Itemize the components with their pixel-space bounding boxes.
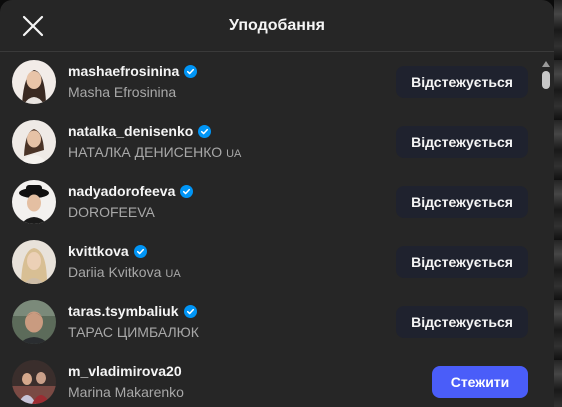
list-item: mashaefrosinina Masha Efrosinina Відстеж… bbox=[0, 52, 540, 112]
list-item: nadyadorofeeva DOROFEEVA Відстежується bbox=[0, 172, 540, 232]
dialog-header: Уподобання bbox=[0, 0, 554, 52]
verified-badge-icon bbox=[180, 184, 194, 198]
avatar[interactable] bbox=[12, 240, 56, 284]
full-name: НАТАЛКА ДЕНИСЕНКО bbox=[68, 144, 223, 160]
username[interactable]: taras.tsymbaliuk bbox=[68, 302, 179, 320]
name-tag: UA bbox=[165, 268, 181, 280]
name-tag: UA bbox=[226, 148, 242, 160]
verified-badge-icon bbox=[133, 244, 147, 258]
avatar[interactable] bbox=[12, 360, 56, 404]
following-button[interactable]: Відстежується bbox=[396, 66, 528, 98]
username[interactable]: kvittkova bbox=[68, 242, 129, 260]
full-name: Marina Makarenko bbox=[68, 384, 184, 400]
follow-button[interactable]: Стежити bbox=[432, 366, 528, 398]
full-name: Dariia Kvitkova bbox=[68, 264, 162, 280]
avatar[interactable] bbox=[12, 300, 56, 344]
username[interactable]: natalka_denisenko bbox=[68, 122, 193, 140]
full-name: ТАРАС ЦИМБАЛЮК bbox=[68, 324, 199, 340]
full-name: DOROFEEVA bbox=[68, 204, 155, 220]
avatar[interactable] bbox=[12, 180, 56, 224]
list-item: natalka_denisenko НАТАЛКА ДЕНИСЕНКО UA Ві… bbox=[0, 112, 540, 172]
list-item: kvittkova Dariia Kvitkova UA Відстежуєтьс… bbox=[0, 232, 540, 292]
avatar[interactable] bbox=[12, 120, 56, 164]
username[interactable]: mashaefrosinina bbox=[68, 62, 179, 80]
verified-badge-icon bbox=[184, 64, 198, 78]
following-button[interactable]: Відстежується bbox=[396, 186, 528, 218]
following-button[interactable]: Відстежується bbox=[396, 306, 528, 338]
verified-badge-icon bbox=[198, 124, 212, 138]
scrollbar[interactable] bbox=[540, 55, 552, 407]
close-icon[interactable] bbox=[20, 13, 46, 39]
scroll-up-arrow-icon[interactable] bbox=[542, 61, 550, 67]
list-item: taras.tsymbaliuk ТАРАС ЦИМБАЛЮК Відстежу… bbox=[0, 292, 540, 352]
scroll-thumb[interactable] bbox=[542, 71, 550, 89]
avatar[interactable] bbox=[12, 60, 56, 104]
dialog-title: Уподобання bbox=[229, 16, 325, 34]
following-button[interactable]: Відстежується bbox=[396, 246, 528, 278]
likes-dialog: Уподобання mashaefrosinina Masha Efrosin… bbox=[0, 0, 554, 407]
likes-list: mashaefrosinina Masha Efrosinina Відстеж… bbox=[0, 52, 554, 407]
verified-badge-icon bbox=[183, 304, 197, 318]
following-button[interactable]: Відстежується bbox=[396, 126, 528, 158]
username[interactable]: m_vladimirova20 bbox=[68, 362, 182, 380]
background-content-strip bbox=[554, 0, 562, 407]
list-item: m_vladimirova20 Marina Makarenko Стежити bbox=[0, 352, 540, 407]
username[interactable]: nadyadorofeeva bbox=[68, 182, 175, 200]
full-name: Masha Efrosinina bbox=[68, 84, 177, 100]
